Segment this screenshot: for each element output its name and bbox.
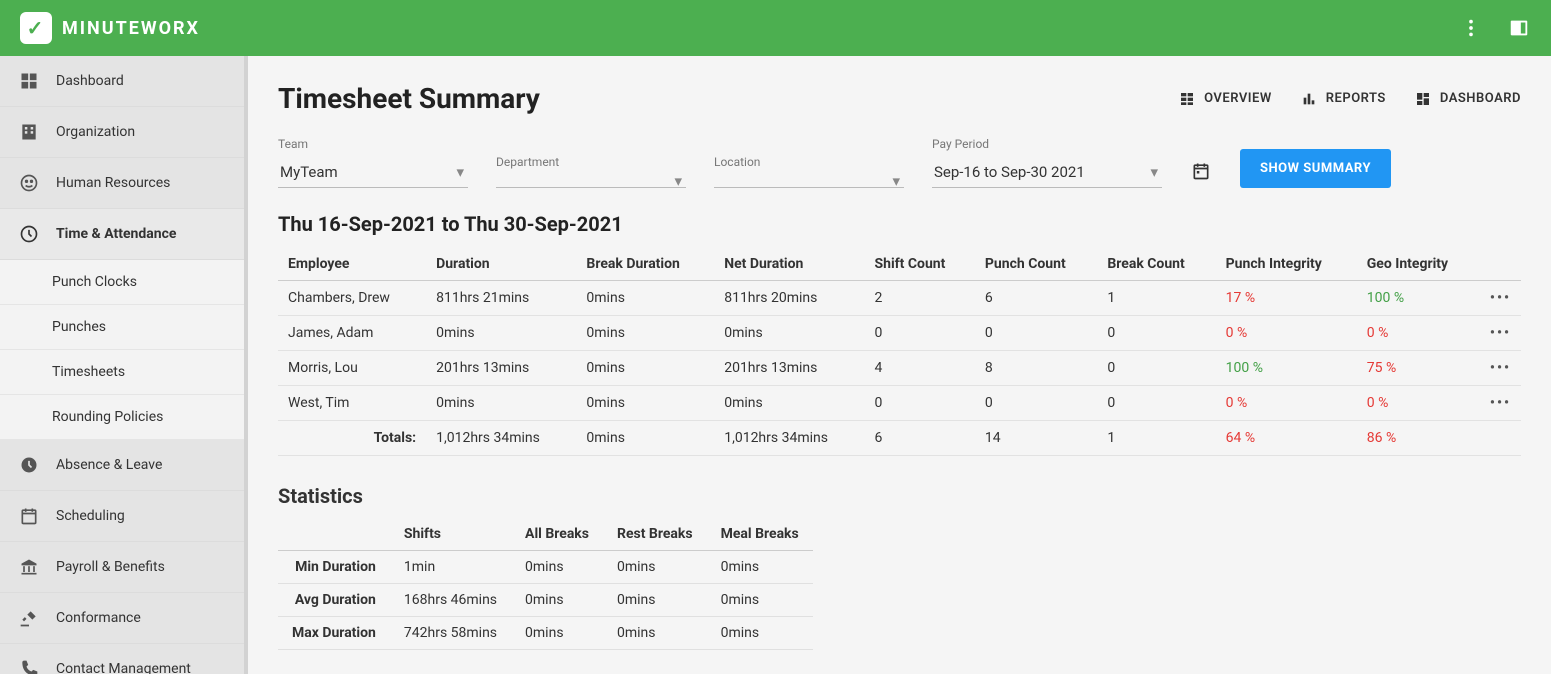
filter-department-label: Department [496, 155, 686, 169]
filter-location-select[interactable]: ▾ [714, 175, 904, 188]
sidebar-item-dashboard[interactable]: Dashboard [0, 56, 244, 107]
organization-icon [18, 121, 40, 143]
summary-header: Punch Count [975, 248, 1097, 281]
sidebar-item-label: Dashboard [56, 73, 124, 89]
filter-payperiod-label: Pay Period [932, 137, 1162, 151]
summary-header: Break Duration [576, 248, 714, 281]
main-content: Timesheet Summary OVERVIEW REPORTS DASHB… [248, 56, 1551, 674]
caret-down-icon: ▾ [674, 172, 682, 190]
row-menu-button[interactable]: ••• [1480, 281, 1521, 316]
topbar-actions [1459, 16, 1531, 40]
show-summary-button[interactable]: SHOW SUMMARY [1240, 149, 1391, 188]
row-menu-button[interactable]: ••• [1480, 316, 1521, 351]
statistics-title: Statistics [278, 484, 1521, 508]
filter-team-label: Team [278, 137, 468, 151]
more-vert-icon[interactable] [1459, 16, 1483, 40]
sidebar-item-label: Conformance [56, 610, 141, 626]
row-menu-button[interactable]: ••• [1480, 351, 1521, 386]
table-row: Morris, Lou201hrs 13mins0mins201hrs 13mi… [278, 351, 1521, 386]
sidebar-item-hr[interactable]: Human Resources [0, 158, 244, 209]
filters-row: Team MyTeam ▾ Department ▾ Location [278, 137, 1521, 188]
summary-header: Employee [278, 248, 426, 281]
sidebar-item-time-attendance[interactable]: Time & Attendance [0, 209, 244, 260]
gavel-icon [18, 607, 40, 629]
sidebar-sub-time-attendance: Punch Clocks Punches Timesheets Rounding… [0, 260, 244, 440]
stats-row: Max Duration742hrs 58mins0mins0mins0mins [278, 617, 813, 650]
sidebar-item-label: Time & Attendance [56, 226, 176, 242]
bank-icon [18, 556, 40, 578]
tab-reports[interactable]: REPORTS [1300, 90, 1386, 108]
sidebar-sub-timesheets[interactable]: Timesheets [0, 350, 244, 395]
table-row: Chambers, Drew811hrs 21mins0mins811hrs 2… [278, 281, 1521, 316]
totals-row: Totals:1,012hrs 34mins0mins1,012hrs 34mi… [278, 421, 1521, 456]
summary-header: Net Duration [714, 248, 864, 281]
tab-dashboard[interactable]: DASHBOARD [1414, 90, 1521, 108]
tab-overview[interactable]: OVERVIEW [1178, 90, 1272, 108]
row-menu-button[interactable]: ••• [1480, 386, 1521, 421]
sidebar-item-organization[interactable]: Organization [0, 107, 244, 158]
filter-department-select[interactable]: ▾ [496, 175, 686, 188]
statistics-table: ShiftsAll BreaksRest BreaksMeal Breaks M… [278, 518, 813, 650]
panel-icon[interactable] [1507, 16, 1531, 40]
sidebar: Dashboard Organization Human Resources T… [0, 56, 248, 674]
sidebar-item-label: Absence & Leave [56, 457, 162, 473]
sidebar-item-absence[interactable]: Absence & Leave [0, 440, 244, 491]
sidebar-item-conformance[interactable]: Conformance [0, 593, 244, 644]
summary-table: EmployeeDurationBreak DurationNet Durati… [278, 248, 1521, 456]
summary-header: Geo Integrity [1357, 248, 1480, 281]
brand-logo-icon: ✓ [20, 12, 52, 44]
date-range-title: Thu 16-Sep-2021 to Thu 30-Sep-2021 [278, 212, 1521, 236]
calendar-button[interactable] [1190, 160, 1212, 182]
sidebar-sub-punch-clocks[interactable]: Punch Clocks [0, 260, 244, 305]
sidebar-item-contact[interactable]: Contact Management [0, 644, 244, 674]
dashboard-small-icon [1414, 90, 1432, 108]
clock-filled-icon [18, 454, 40, 476]
page-title: Timesheet Summary [278, 82, 540, 115]
caret-down-icon: ▾ [456, 163, 464, 181]
brand[interactable]: ✓ MINUTEWORX [20, 12, 200, 44]
summary-header: Shift Count [865, 248, 975, 281]
sidebar-item-label: Organization [56, 124, 135, 140]
table-row: James, Adam0mins0mins0mins0000 %0 %••• [278, 316, 1521, 351]
phone-icon [18, 658, 40, 674]
topbar: ✓ MINUTEWORX [0, 0, 1551, 56]
sidebar-item-label: Contact Management [56, 661, 191, 674]
summary-header: Duration [426, 248, 576, 281]
dashboard-icon [18, 70, 40, 92]
summary-header: Punch Integrity [1216, 248, 1357, 281]
calendar-icon [18, 505, 40, 527]
bar-chart-icon [1300, 90, 1318, 108]
view-tabs: OVERVIEW REPORTS DASHBOARD [1178, 90, 1521, 108]
caret-down-icon: ▾ [1150, 163, 1158, 181]
clock-icon [18, 223, 40, 245]
filter-payperiod-select[interactable]: Sep-16 to Sep-30 2021 ▾ [932, 157, 1162, 188]
sidebar-item-label: Scheduling [56, 508, 125, 524]
brand-name: MINUTEWORX [62, 18, 200, 39]
table-row: West, Tim0mins0mins0mins0000 %0 %••• [278, 386, 1521, 421]
sidebar-item-label: Human Resources [56, 175, 170, 191]
sidebar-item-payroll[interactable]: Payroll & Benefits [0, 542, 244, 593]
stats-row: Min Duration1min0mins0mins0mins [278, 551, 813, 584]
filter-location-label: Location [714, 155, 904, 169]
sidebar-item-label: Payroll & Benefits [56, 559, 165, 575]
face-icon [18, 172, 40, 194]
stats-row: Avg Duration168hrs 46mins0mins0mins0mins [278, 584, 813, 617]
filter-team-select[interactable]: MyTeam ▾ [278, 157, 468, 188]
caret-down-icon: ▾ [892, 172, 900, 190]
summary-header: Break Count [1097, 248, 1215, 281]
sidebar-sub-rounding-policies[interactable]: Rounding Policies [0, 395, 244, 440]
sidebar-sub-punches[interactable]: Punches [0, 305, 244, 350]
grid-icon [1178, 90, 1196, 108]
sidebar-item-scheduling[interactable]: Scheduling [0, 491, 244, 542]
